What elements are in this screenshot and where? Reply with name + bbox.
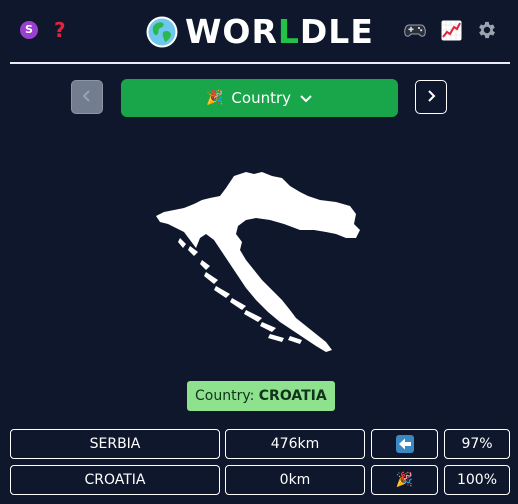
logo-text: WORLDLE [185,12,374,51]
chevron-right-icon [426,88,436,107]
next-mode-button[interactable] [415,80,447,114]
guess-distance: 0km [225,465,365,495]
previous-mode-button[interactable] [71,80,103,114]
guess-proximity: 100% [444,465,510,495]
avatar-icon[interactable]: S [20,21,38,39]
gamepad-icon[interactable] [404,19,426,41]
header-divider [10,62,510,64]
header-right [404,19,498,41]
answer-value: CROATIA [258,388,327,404]
chevron-left-icon [82,88,92,107]
header-left: S ? [20,20,66,40]
guess-row: SERBIA 476km 97% [10,429,510,459]
worldle-page: S ? WORLDLE 🎉 Country Country: CROATIA S… [0,0,518,504]
guess-row: CROATIA 0km 🎉 100% [10,465,510,495]
chart-icon[interactable] [440,19,462,41]
logo: WORLDLE [145,12,374,52]
guess-distance: 476km [225,429,365,459]
question-mark-icon[interactable]: ? [54,20,66,40]
mode-dropdown-button[interactable]: 🎉 Country [121,79,398,117]
mode-label: Country [231,89,292,107]
party-popper-icon: 🎉 [371,465,438,495]
party-popper-icon: 🎉 [205,90,224,106]
answer-badge: Country: CROATIA [187,381,335,411]
gear-icon[interactable] [476,19,498,41]
guess-country: CROATIA [10,465,220,495]
header: S ? WORLDLE [10,8,510,56]
globe-icon [145,15,179,49]
arrow-left-icon [371,429,438,459]
country-silhouette [150,168,370,358]
chevron-down-icon [299,89,313,108]
guess-proximity: 97% [444,429,510,459]
guess-country: SERBIA [10,429,220,459]
